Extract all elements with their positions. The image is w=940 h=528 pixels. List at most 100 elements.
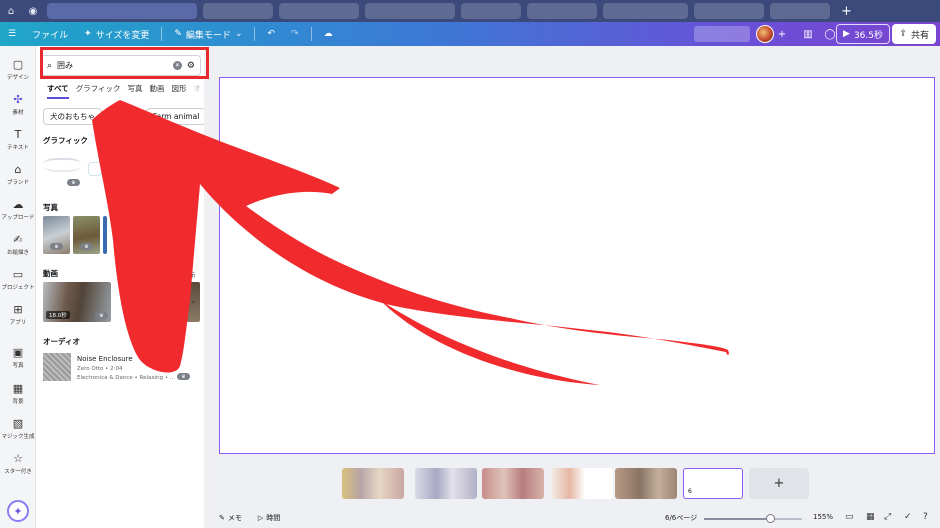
canva-editor-window: ⌂ ◉ + ☰ ファイル ✦ サイズを変更 ✎ 編集モード ⌄ ↶ ↷ ☁ + ▥ ◯… [0,0,940,528]
premium-crown-icon: ♛ [50,243,63,250]
photo-icon: ▣ [12,346,24,359]
rail-item-starred[interactable]: ☆ スター付き [0,452,36,475]
elements-icon: ✣ [13,93,23,106]
check-icon[interactable]: ✓ [904,512,912,522]
redo-icon: ↷ [291,29,299,39]
page-thumbnail-current[interactable]: 6 [683,468,743,499]
photo-result[interactable] [103,216,107,254]
rail-item-magic-generate[interactable]: ▧ マジック生成 [0,417,36,440]
zoom-level[interactable]: 155% [813,513,833,521]
tab-videos[interactable]: 動画 [150,83,165,99]
resize-button[interactable]: ✦ サイズを変更 [76,22,157,46]
premium-crown-icon: ♛ [95,312,108,319]
new-tab-icon[interactable]: + [841,4,852,19]
video-result[interactable]: 18.0秒 ♛ [43,282,111,322]
notes-button[interactable]: ✎ メモ [219,513,242,523]
zoom-slider-handle[interactable] [766,514,775,523]
notes-icon: ✎ [219,514,225,522]
graphic-result[interactable] [88,162,102,176]
brand-icon: ⌂ [14,163,22,176]
file-menu-button[interactable]: ファイル [24,22,76,46]
panel-scrollbar[interactable] [204,98,211,528]
videos-see-all-link[interactable]: て表示 [176,269,196,279]
scroll-right-icon[interactable]: › [192,298,195,306]
hamburger-icon: ☰ [8,29,17,39]
audio-heading: オーディオ [43,337,80,346]
rail-item-brand[interactable]: ⌂ ブランド [0,163,36,186]
premium-crown-icon: ♛ [80,243,93,250]
page-thumbnail[interactable] [615,468,677,499]
browser-tab-active[interactable] [47,3,197,19]
browser-tab[interactable] [770,3,830,19]
rail-item-background[interactable]: ▦ 背景 [0,382,36,405]
play-icon: ▶ [843,29,850,39]
chevron-down-icon: ⌄ [234,29,243,39]
grid-view-icon[interactable]: ▦ [866,512,875,522]
home-icon[interactable]: ⌂ [0,0,22,22]
photos-heading: 写真 [43,203,58,212]
browser-tab[interactable] [279,3,359,19]
avatar[interactable] [756,25,774,43]
tab-graphics[interactable]: グラフィック [76,83,121,99]
menu-button[interactable]: ☰ [0,22,24,46]
page-thumbnail[interactable] [342,468,404,499]
fullscreen-icon[interactable]: ⤢ [884,512,891,522]
rail-item-draw[interactable]: ✍ お絵描き [0,233,36,256]
magic-generate-icon: ▧ [12,417,24,430]
suggestion-chip[interactable]: 犬のおもちゃ [43,108,102,125]
timer-button[interactable]: ▷ 時間 [258,513,280,523]
plus-icon: + [773,476,785,491]
add-collaborator-icon[interactable]: + [774,26,790,42]
cloud-save-button[interactable]: ☁ [316,22,341,46]
rail-item-elements[interactable]: ✣ 素材 [0,93,36,116]
text-icon: T [14,128,22,141]
tab-audio[interactable]: オ [194,83,202,99]
pencil-icon: ✎ [174,29,182,39]
suggestion-chip[interactable]: Farm animal [146,108,207,125]
share-button[interactable]: ⇪ 共有 [892,24,936,44]
page-view-icon[interactable]: ▭ [845,512,854,522]
tab-photos[interactable]: 写真 [128,83,143,99]
photo-result[interactable]: ♛ [73,216,100,254]
zoom-slider-fill [704,518,769,520]
toolbar-divider [254,27,256,41]
browser-tab[interactable] [203,3,273,19]
audio-thumbnail[interactable] [43,353,71,381]
insights-chart-icon[interactable]: ▥ [800,26,816,42]
page-indicator[interactable]: 6/6ページ [665,513,697,523]
rail-item-projects[interactable]: ▭ プロジェクト [0,268,36,291]
rail-item-photos[interactable]: ▣ 写真 [0,346,36,369]
apps-icon: ⊞ [13,303,23,316]
add-page-button[interactable]: + [749,468,809,499]
redo-button[interactable]: ↷ [283,22,307,46]
background-icon: ▦ [12,382,24,395]
browser-tab[interactable] [461,3,521,19]
undo-button[interactable]: ↶ [259,22,283,46]
page-thumbnail[interactable] [415,468,477,499]
page-thumbnail[interactable] [551,468,613,499]
edit-mode-button[interactable]: ✎ 編集モード ⌄ [166,22,250,46]
browser-tab[interactable] [603,3,688,19]
video-duration: 18.0秒 [46,311,70,319]
browser-tab[interactable] [365,3,455,19]
rail-item-upload[interactable]: ☁ アップロード [0,198,36,221]
tab-all[interactable]: すべて [47,83,69,99]
rail-item-design[interactable]: ▢ デザイン [0,58,36,81]
tab-favicon-icon[interactable]: ◉ [22,0,44,22]
photo-result[interactable]: ♛ [43,216,70,254]
page-thumbnail[interactable] [482,468,544,499]
graphic-result[interactable] [43,158,81,172]
present-button[interactable]: ▶ 36.5秒 [836,24,890,44]
videos-heading: 動画 [43,269,58,278]
design-page[interactable] [219,77,935,454]
browser-tab[interactable] [694,3,764,19]
browser-tab[interactable] [527,3,597,19]
magic-assistant-button[interactable]: ✦ [7,500,29,522]
rail-item-text[interactable]: T テキスト [0,128,36,151]
zoom-slider[interactable] [704,514,802,523]
toolbar-divider [310,27,312,41]
rail-item-apps[interactable]: ⊞ アプリ [0,303,36,326]
audio-title[interactable]: Noise Enclosure [77,355,133,363]
help-icon[interactable]: ? [923,512,928,522]
tab-shapes[interactable]: 図形 [172,83,187,99]
